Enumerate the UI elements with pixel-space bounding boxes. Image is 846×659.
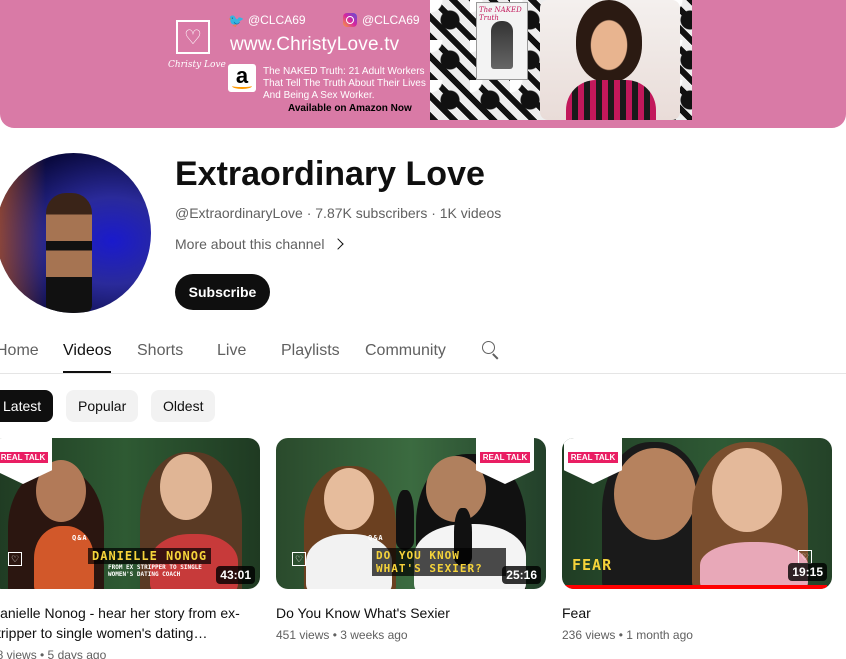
book-title: The NAKED Truth [479, 6, 522, 22]
channel-avatar[interactable] [0, 153, 151, 313]
christy-love-logo: ♡ Christy Love [168, 20, 226, 78]
thumbnail-face [324, 468, 374, 530]
tab-videos[interactable]: Videos [63, 342, 112, 360]
channel-meta: @ExtraordinaryLove · 7.87K subscribers ·… [175, 205, 502, 221]
real-talk-label: REAL TALK [479, 452, 531, 463]
instagram-icon [343, 13, 357, 27]
video-meta: 236 views • 1 month ago [562, 628, 693, 642]
heart-logo-icon: ♡ [176, 20, 210, 54]
tab-home[interactable]: Home [0, 342, 39, 360]
video-card[interactable]: REAL TALK Q&A DANIELLE NONOG FROM EX STR… [0, 438, 260, 659]
chip-latest[interactable]: Latest [0, 390, 54, 422]
video-thumbnail[interactable]: REAL TALK Q&A DANIELLE NONOG FROM EX STR… [0, 438, 260, 589]
christy-love-logo-icon: ♡ [8, 552, 22, 566]
channel-name: Extraordinary Love [175, 155, 485, 193]
real-talk-label: REAL TALK [567, 452, 619, 463]
watch-progress-bar [562, 585, 827, 589]
microphone-icon [396, 490, 414, 550]
banner-promo-text: The NAKED Truth: 21 Adult Workers That T… [263, 66, 426, 101]
search-icon[interactable] [481, 340, 501, 360]
qa-label: Q&A [368, 534, 384, 542]
amazon-icon: a [228, 64, 256, 92]
christy-love-logo-icon: ♡ [798, 550, 812, 564]
subscribe-button[interactable]: Subscribe [175, 274, 270, 310]
twitter-handle-text: @CLCA69 [248, 13, 306, 27]
channel-tabs: Home Videos Shorts Live Playlists Commun… [0, 330, 846, 374]
tab-community[interactable]: Community [365, 342, 446, 360]
video-thumbnail[interactable]: REAL TALK FEAR ♡ 19:15 [562, 438, 832, 589]
video-duration: 43:01 [216, 566, 255, 584]
banner-logo-text: Christy Love [168, 60, 226, 70]
video-thumbnail[interactable]: REAL TALK Q&A DO YOU KNOW WHAT'S SEXIER?… [276, 438, 546, 589]
qa-label: Q&A [72, 534, 88, 542]
instagram-handle: @CLCA69 [343, 12, 420, 28]
chip-popular[interactable]: Popular [66, 390, 139, 422]
more-about-channel-link[interactable]: More about this channel [175, 236, 345, 252]
thumbnail-overlay-title: DO YOU KNOW WHAT'S SEXIER? [372, 548, 506, 576]
video-card[interactable]: REAL TALK Q&A DO YOU KNOW WHAT'S SEXIER?… [276, 438, 546, 642]
thumbnail-overlay-subtitle: FROM EX STRIPPER TO SINGLE WOMEN'S DATIN… [108, 564, 202, 578]
instagram-handle-text: @CLCA69 [362, 13, 420, 27]
video-duration: 19:15 [788, 563, 827, 581]
banner-available-text: Available on Amazon Now [288, 103, 412, 114]
tab-live[interactable]: Live [217, 342, 246, 360]
channel-banner: ♡ Christy Love 🐦 @CLCA69 @CLCA69 www.Chr… [0, 0, 846, 128]
video-card[interactable]: REAL TALK FEAR ♡ 19:15 Fear 236 views • … [562, 438, 832, 642]
active-tab-indicator [63, 371, 111, 373]
twitter-handle: 🐦 @CLCA69 [228, 12, 306, 28]
more-about-label: More about this channel [175, 236, 325, 252]
thumbnail-face [160, 454, 212, 520]
twitter-icon: 🐦 [228, 12, 245, 28]
thumbnail-overlay-title: FEAR [572, 556, 613, 574]
thumbnail-face [712, 448, 782, 532]
chip-oldest[interactable]: Oldest [151, 390, 216, 422]
video-title[interactable]: Fear [562, 603, 832, 623]
video-title[interactable]: Danielle Nonog - hear her story from ex-… [0, 603, 260, 643]
video-title[interactable]: Do You Know What's Sexier [276, 603, 546, 623]
banner-photo [540, 0, 680, 120]
tab-playlists[interactable]: Playlists [281, 342, 340, 360]
christy-love-logo-icon: ♡ [292, 552, 306, 566]
thumbnail-face [614, 448, 696, 540]
video-meta: 451 views • 3 weeks ago [276, 628, 408, 642]
chevron-right-icon [332, 238, 345, 250]
tab-shorts[interactable]: Shorts [137, 342, 183, 360]
real-talk-label: REAL TALK [0, 452, 49, 463]
banner-website: www.ChristyLove.tv [230, 34, 400, 55]
video-duration: 25:16 [502, 566, 541, 584]
thumbnail-overlay-title: DANIELLE NONOG [88, 548, 212, 564]
book-cover: The NAKED Truth [476, 2, 528, 80]
video-meta: 18 views • 5 days ago [0, 648, 107, 659]
